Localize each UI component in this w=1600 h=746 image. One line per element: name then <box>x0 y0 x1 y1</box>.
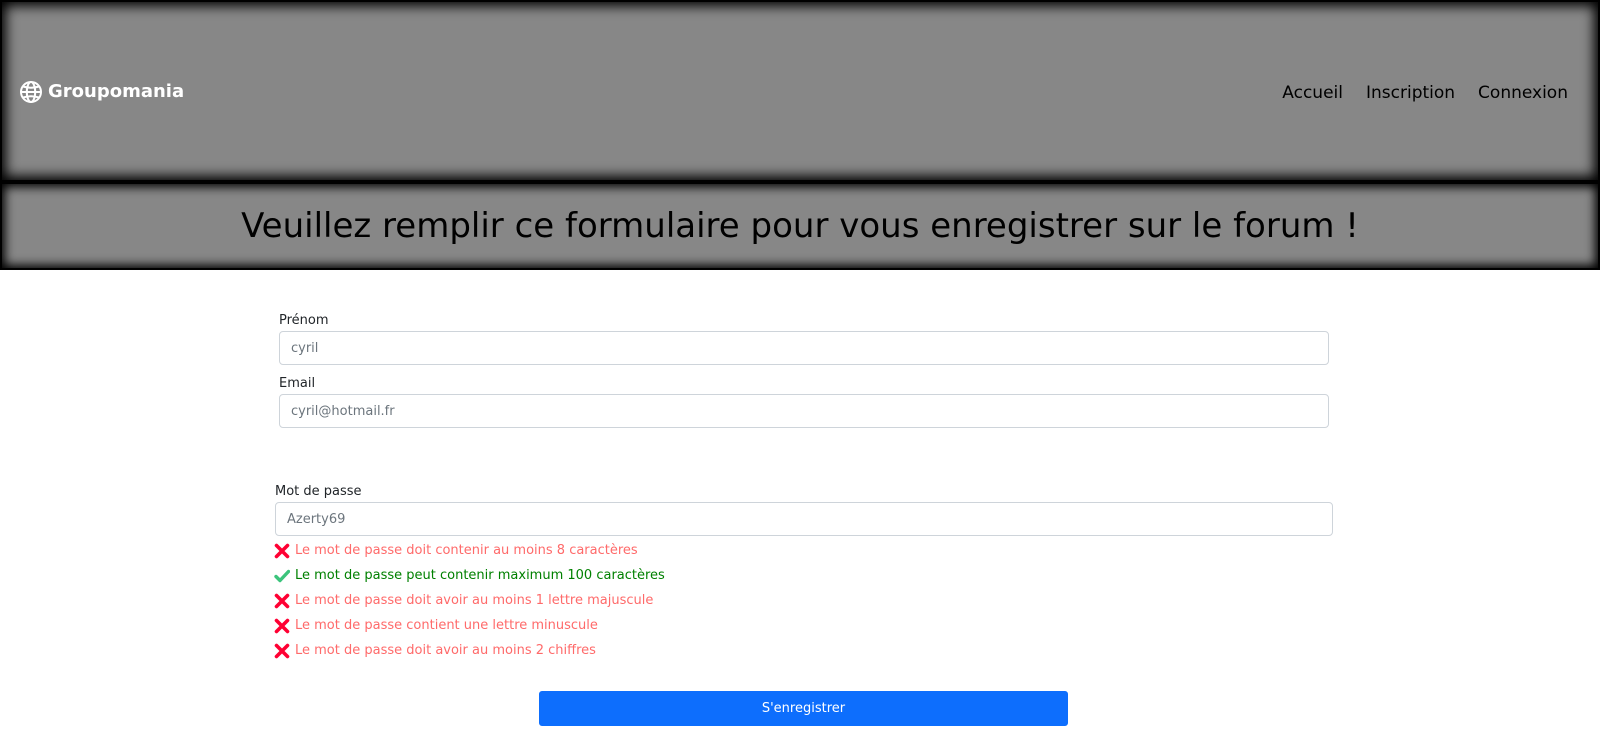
brand-name: Groupomania <box>48 81 185 102</box>
rule-text: Le mot de passe doit avoir au moins 2 ch… <box>295 643 596 658</box>
globe-icon <box>19 80 43 104</box>
rule-text: Le mot de passe contient une lettre minu… <box>295 618 598 633</box>
page-banner: Veuillez remplir ce formulaire pour vous… <box>0 182 1600 270</box>
password-rule-uppercase: Le mot de passe doit avoir au moins 1 le… <box>274 593 653 609</box>
cross-icon <box>274 618 295 634</box>
first-name-label: Prénom <box>279 313 329 328</box>
page-title: Veuillez remplir ce formulaire pour vous… <box>241 206 1359 246</box>
nav-link-inscription[interactable]: Inscription <box>1366 82 1455 104</box>
first-name-input[interactable] <box>279 331 1329 365</box>
navbar: Groupomania Accueil Inscription Connexio… <box>0 0 1600 182</box>
password-input[interactable] <box>275 502 1333 536</box>
email-label: Email <box>279 376 316 391</box>
rule-text: Le mot de passe doit contenir au moins 8… <box>295 543 638 558</box>
check-icon <box>274 568 295 584</box>
password-label: Mot de passe <box>275 484 362 499</box>
password-rule-lowercase: Le mot de passe contient une lettre minu… <box>274 618 598 634</box>
cross-icon <box>274 593 295 609</box>
nav-links: Accueil Inscription Connexion <box>1282 82 1568 104</box>
register-button[interactable]: S'enregistrer <box>539 691 1068 726</box>
password-rule-max-length: Le mot de passe peut contenir maximum 10… <box>274 568 665 584</box>
nav-link-accueil[interactable]: Accueil <box>1282 82 1343 104</box>
cross-icon <box>274 543 295 559</box>
email-input[interactable] <box>279 394 1329 428</box>
password-rule-min-length: Le mot de passe doit contenir au moins 8… <box>274 543 638 559</box>
rule-text: Le mot de passe doit avoir au moins 1 le… <box>295 593 654 608</box>
cross-icon <box>274 643 295 659</box>
brand-link[interactable]: Groupomania <box>19 80 184 104</box>
nav-link-connexion[interactable]: Connexion <box>1478 82 1568 104</box>
rule-text: Le mot de passe peut contenir maximum 10… <box>295 568 665 583</box>
password-rule-digits: Le mot de passe doit avoir au moins 2 ch… <box>274 643 596 659</box>
